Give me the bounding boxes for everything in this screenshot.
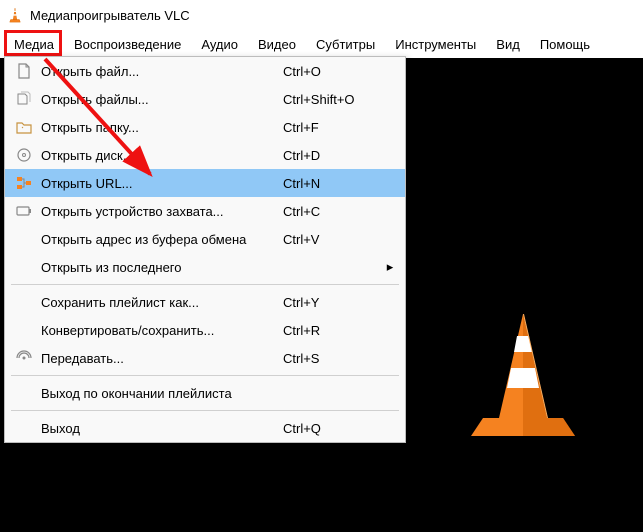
menu-item-shortcut: Ctrl+O	[283, 64, 383, 79]
menu-item-открыть-файл-[interactable]: Открыть файл...Ctrl+O	[5, 57, 405, 85]
files-icon	[13, 91, 35, 107]
menu-media[interactable]: Медиа	[4, 33, 64, 56]
menu-item-shortcut: Ctrl+D	[283, 148, 383, 163]
menu-item-shortcut: Ctrl+S	[283, 351, 383, 366]
menu-separator	[11, 375, 399, 376]
menu-item-открыть-файлы-[interactable]: Открыть файлы...Ctrl+Shift+O	[5, 85, 405, 113]
menu-item-label: Конвертировать/сохранить...	[35, 323, 283, 338]
menu-item-открыть-папку-[interactable]: Открыть папку...Ctrl+F	[5, 113, 405, 141]
menu-separator	[11, 284, 399, 285]
menu-audio[interactable]: Аудио	[191, 33, 248, 56]
menu-item-label: Открыть папку...	[35, 120, 283, 135]
menu-item-shortcut: Ctrl+Y	[283, 295, 383, 310]
menu-item-label: Передавать...	[35, 351, 283, 366]
menubar: МедиаВоспроизведениеАудиоВидеоСубтитрыИн…	[0, 30, 643, 58]
menu-subtitles[interactable]: Субтитры	[306, 33, 385, 56]
menu-item-label: Выход по окончании плейлиста	[35, 386, 283, 401]
menu-item-label: Открыть из последнего	[35, 260, 283, 275]
stream-icon	[13, 350, 35, 366]
network-icon	[13, 175, 35, 191]
menu-item-shortcut: Ctrl+R	[283, 323, 383, 338]
menu-item-конвертировать-сохранить-[interactable]: Конвертировать/сохранить...Ctrl+R	[5, 316, 405, 344]
vlc-cone-icon	[8, 7, 24, 23]
menu-item-shortcut: Ctrl+C	[283, 204, 383, 219]
menu-item-сохранить-плейлист-как-[interactable]: Сохранить плейлист как...Ctrl+Y	[5, 288, 405, 316]
menu-tools[interactable]: Инструменты	[385, 33, 486, 56]
menu-item-открыть-устройство-захвата-[interactable]: Открыть устройство захвата...Ctrl+C	[5, 197, 405, 225]
menu-help[interactable]: Помощь	[530, 33, 600, 56]
titlebar: Медиапроигрыватель VLC	[0, 0, 643, 30]
menu-item-открыть-из-последнего[interactable]: Открыть из последнего ▸	[5, 253, 405, 281]
chevron-right-icon: ▸	[383, 259, 397, 275]
window-title: Медиапроигрыватель VLC	[30, 8, 190, 23]
menu-item-label: Выход	[35, 421, 283, 436]
menu-item-label: Открыть URL...	[35, 176, 283, 191]
menu-item-label: Открыть файлы...	[35, 92, 283, 107]
menu-item-shortcut: Ctrl+F	[283, 120, 383, 135]
menu-item-открыть-диск-[interactable]: Открыть диск...Ctrl+D	[5, 141, 405, 169]
menu-item-открыть-адрес-из-буфера-обмена[interactable]: Открыть адрес из буфера обменаCtrl+V	[5, 225, 405, 253]
vlc-cone-logo	[463, 308, 583, 448]
menu-item-выход-по-окончании-плейлиста[interactable]: Выход по окончании плейлиста	[5, 379, 405, 407]
folder-icon	[13, 119, 35, 135]
menu-item-открыть-url-[interactable]: Открыть URL...Ctrl+N	[5, 169, 405, 197]
menu-item-shortcut: Ctrl+Q	[283, 421, 383, 436]
menu-item-shortcut: Ctrl+Shift+O	[283, 92, 383, 107]
menu-item-выход[interactable]: ВыходCtrl+Q	[5, 414, 405, 442]
menu-item-label: Сохранить плейлист как...	[35, 295, 283, 310]
menu-item-shortcut: Ctrl+V	[283, 232, 383, 247]
menu-video[interactable]: Видео	[248, 33, 306, 56]
menu-item-передавать-[interactable]: Передавать...Ctrl+S	[5, 344, 405, 372]
disc-icon	[13, 147, 35, 163]
menu-playback[interactable]: Воспроизведение	[64, 33, 191, 56]
menu-item-label: Открыть устройство захвата...	[35, 204, 283, 219]
menu-separator	[11, 410, 399, 411]
menu-item-shortcut: Ctrl+N	[283, 176, 383, 191]
menu-item-label: Открыть файл...	[35, 64, 283, 79]
menu-view[interactable]: Вид	[486, 33, 530, 56]
media-dropdown: Открыть файл...Ctrl+OОткрыть файлы...Ctr…	[4, 56, 406, 443]
capture-icon	[13, 203, 35, 219]
menu-item-label: Открыть диск...	[35, 148, 283, 163]
file-icon	[13, 63, 35, 79]
menu-item-label: Открыть адрес из буфера обмена	[35, 232, 283, 247]
